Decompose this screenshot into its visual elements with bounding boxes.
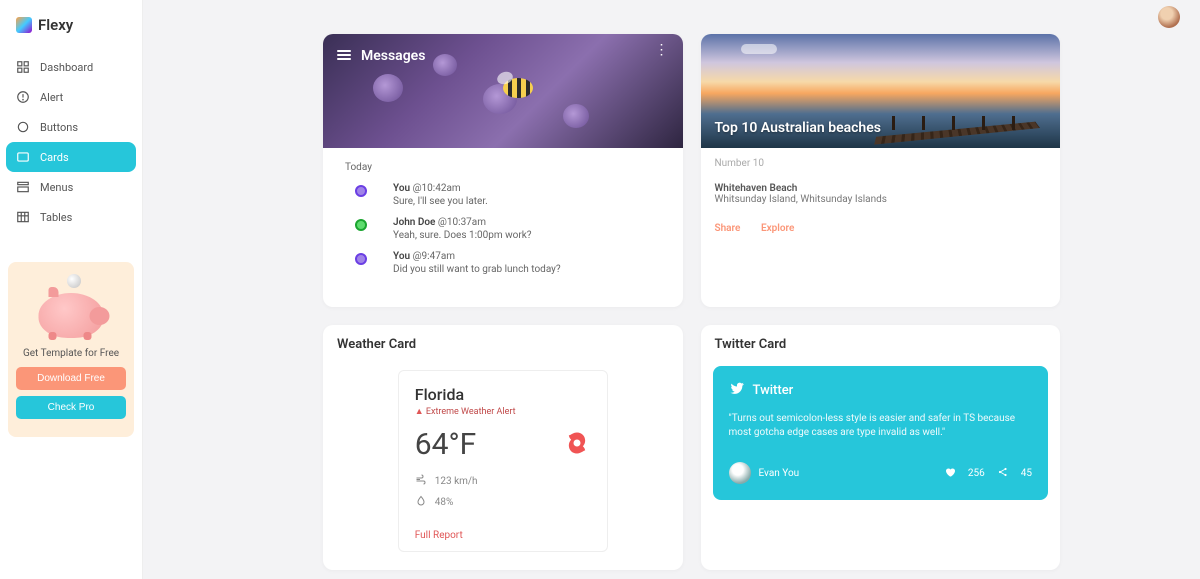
message-sender: John Doe <box>393 217 435 228</box>
twitter-card-title: Twitter Card <box>701 325 1061 358</box>
cards-icon <box>16 150 30 164</box>
sidebar-item-label: Buttons <box>40 121 78 134</box>
weather-card: Weather Card Florida Extreme Weather Ale… <box>323 325 683 570</box>
beaches-hero: Top 10 Australian beaches <box>701 34 1061 148</box>
message-text: Did you still want to grab lunch today? <box>393 264 667 275</box>
kebab-menu-icon[interactable]: ⋮ <box>655 48 669 52</box>
twitter-card: Twitter Card Twitter "Turns out semicolo… <box>701 325 1061 570</box>
promo-title: Get Template for Free <box>16 348 126 359</box>
message-sender: You <box>393 251 410 262</box>
tweet-author: Evan You <box>759 468 800 479</box>
message-sender: You <box>393 183 410 194</box>
sidebar-item-label: Tables <box>40 211 72 224</box>
brand: Flexy <box>0 12 142 52</box>
tables-icon <box>16 210 30 224</box>
messages-hero: Messages ⋮ <box>323 34 683 148</box>
beach-place: Whitehaven Beach <box>715 183 1047 194</box>
weather-temp: 64°F <box>415 427 477 462</box>
sidebar-item-label: Alert <box>40 91 63 104</box>
menus-icon <box>16 180 30 194</box>
beaches-title: Top 10 Australian beaches <box>715 120 881 136</box>
weather-card-title: Weather Card <box>323 325 683 358</box>
twitter-bird-icon <box>729 380 745 400</box>
dashboard-icon <box>16 60 30 74</box>
twitter-brand: Twitter <box>753 383 794 398</box>
brand-logo-icon <box>16 17 32 33</box>
sidebar-item-label: Cards <box>40 151 69 164</box>
promo-panel: Get Template for Free Download Free Chec… <box>8 262 134 437</box>
messages-section-label: Today <box>345 162 667 173</box>
hurricane-icon <box>563 429 591 460</box>
message-time: @10:37am <box>438 217 486 228</box>
weather-humidity-row: 48% <box>415 495 591 510</box>
brand-name: Flexy <box>38 16 73 34</box>
piggy-bank-illustration <box>26 272 116 342</box>
full-report-link[interactable]: Full Report <box>415 530 463 541</box>
radio-icon <box>16 120 30 134</box>
status-dot-icon <box>355 185 367 197</box>
beach-location: Whitsunday Island, Whitsunday Islands <box>715 194 887 205</box>
content: Messages ⋮ Today You @10:42am Sure, I'll… <box>143 0 1200 579</box>
sidebar-item-tables[interactable]: Tables <box>0 202 142 232</box>
share-link[interactable]: Share <box>715 223 741 234</box>
status-dot-icon <box>355 219 367 231</box>
weather-humidity: 48% <box>435 497 454 508</box>
sidebar-item-alert[interactable]: Alert <box>0 82 142 112</box>
sidebar-item-label: Menus <box>40 181 73 194</box>
status-dot-icon <box>355 253 367 265</box>
share-count: 45 <box>1021 468 1032 479</box>
message-time: @10:42am <box>413 183 461 194</box>
message-item[interactable]: John Doe @10:37am Yeah, sure. Does 1:00p… <box>345 217 667 241</box>
weather-alert: Extreme Weather Alert <box>415 406 516 417</box>
weather-wind-row: 123 km/h <box>415 474 591 489</box>
explore-link[interactable]: Explore <box>761 223 794 234</box>
message-item[interactable]: You @9:47am Did you still want to grab l… <box>345 251 667 275</box>
humidity-icon <box>415 495 427 510</box>
heart-count: 256 <box>968 468 985 479</box>
check-pro-button[interactable]: Check Pro <box>16 396 126 419</box>
hamburger-icon[interactable] <box>337 48 351 62</box>
sidebar-item-menus[interactable]: Menus <box>0 172 142 202</box>
weather-wind: 123 km/h <box>435 476 478 487</box>
download-free-button[interactable]: Download Free <box>16 367 126 390</box>
alert-icon <box>16 90 30 104</box>
twitter-quote: "Turns out semicolon-less style is easie… <box>729 412 1033 440</box>
messages-title: Messages <box>361 48 425 64</box>
sidebar: Flexy Dashboard Alert Buttons Cards Menu… <box>0 0 143 579</box>
heart-icon[interactable] <box>944 466 956 481</box>
wind-icon <box>415 474 427 489</box>
sidebar-item-cards[interactable]: Cards <box>6 142 136 172</box>
tweet-author-avatar <box>729 462 751 484</box>
sidebar-item-buttons[interactable]: Buttons <box>0 112 142 142</box>
message-text: Yeah, sure. Does 1:00pm work? <box>393 230 667 241</box>
messages-card: Messages ⋮ Today You @10:42am Sure, I'll… <box>323 34 683 307</box>
message-time: @9:47am <box>413 251 455 262</box>
beaches-subtitle: Number 10 <box>715 158 1047 169</box>
weather-city: Florida <box>415 385 516 404</box>
beaches-card: Top 10 Australian beaches Number 10 Whit… <box>701 34 1061 307</box>
message-item[interactable]: You @10:42am Sure, I'll see you later. <box>345 183 667 207</box>
share-icon[interactable] <box>997 466 1009 481</box>
sidebar-item-label: Dashboard <box>40 61 93 74</box>
message-text: Sure, I'll see you later. <box>393 196 667 207</box>
sidebar-item-dashboard[interactable]: Dashboard <box>0 52 142 82</box>
